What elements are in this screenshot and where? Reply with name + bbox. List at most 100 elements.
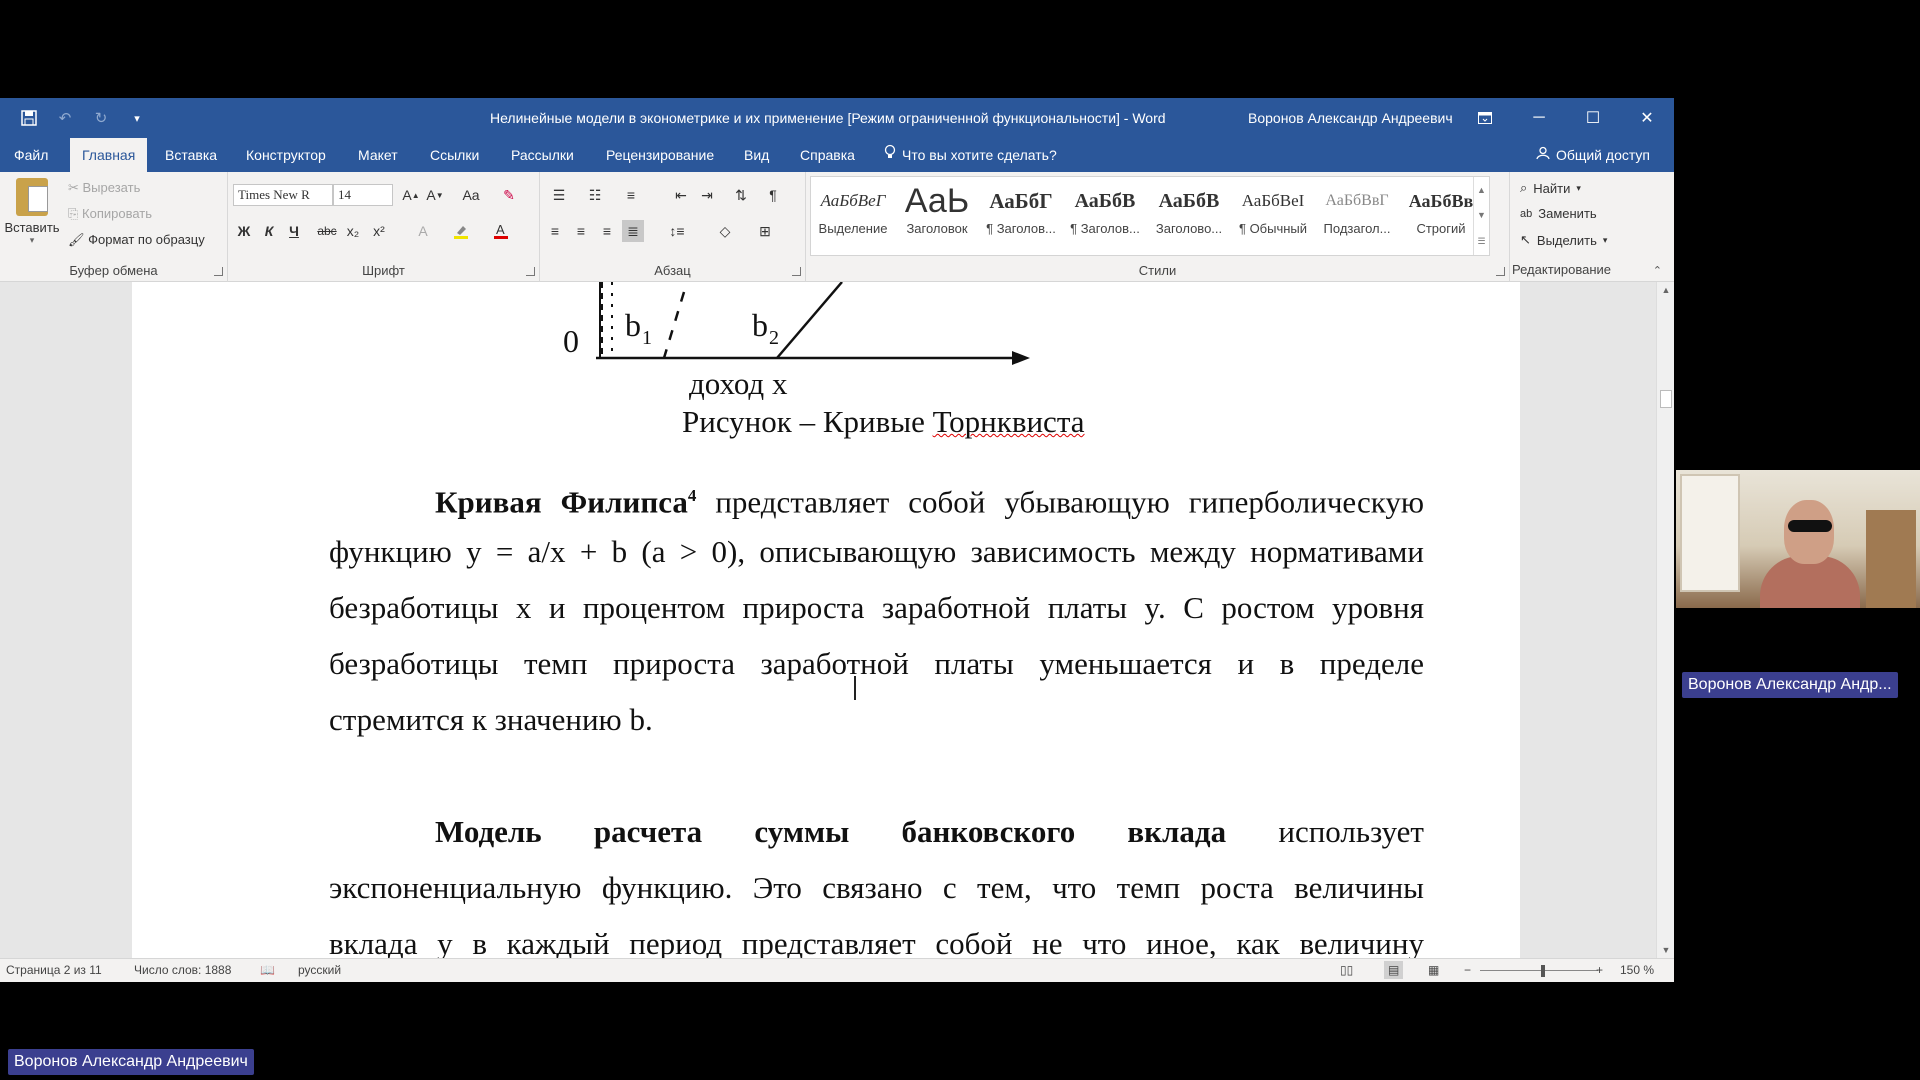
vertical-scrollbar[interactable]: ▲ ▼ [1656,282,1674,958]
tell-me-label: Что вы хотите сделать? [902,147,1057,163]
styles-launcher-icon[interactable] [1496,267,1505,276]
paragraph-launcher-icon[interactable] [792,267,801,276]
close-icon[interactable]: ✕ [1620,98,1674,138]
customize-qat-icon[interactable]: ▾ [126,108,148,128]
tab-home[interactable]: Главная [70,138,148,172]
shading-icon[interactable]: ◇ [710,220,740,242]
tab-view[interactable]: Вид [732,138,781,172]
format-painter-button[interactable]: 🖌 Формат по образцу [68,232,205,248]
copy-button[interactable]: ⎘ Копировать [68,206,152,222]
scroll-thumb[interactable] [1660,390,1672,408]
shrink-font-icon[interactable]: A ▼ [424,184,446,206]
web-layout-icon[interactable]: ▦ [1428,963,1439,977]
redo-icon[interactable]: ↻ [90,108,112,128]
decrease-indent-icon[interactable]: ⇤ [670,184,692,206]
tab-file[interactable]: Файл [2,138,60,172]
tab-help[interactable]: Справка [788,138,867,172]
style-emphasis[interactable]: АаБбВеГ Выделение [811,177,895,255]
ribbon-display-options-icon[interactable] [1458,98,1512,138]
document-page[interactable]: 0 b 1 b 2 доход x Рисунок – Кривые Торнк… [132,282,1520,958]
paste-button[interactable]: Вставить ▾ [4,178,60,246]
zoom-in-icon[interactable]: + [1596,963,1603,977]
font-name-field[interactable]: Times New R [233,184,333,206]
zoom-slider[interactable] [1480,970,1598,971]
word-count[interactable]: Число слов: 1888 [134,963,231,977]
borders-icon[interactable]: ⊞ [750,220,780,242]
font-color-icon[interactable]: A [490,220,512,242]
cut-button[interactable]: ✂ Вырезать [68,180,140,196]
style-heading-3[interactable]: АаБбВ Заголово... [1147,177,1231,255]
font-size-field[interactable]: 14 [333,184,393,206]
text-effects-icon[interactable]: A [412,220,434,242]
caption-misspelled-word[interactable]: Торнквиста [933,404,1085,439]
group-clipboard: Вставить ▾ ✂ Вырезать ⎘ Копировать 🖌 Фор… [0,172,228,282]
select-button[interactable]: ↖ Выделить ▾ [1520,232,1607,248]
find-button[interactable]: ⌕ Найти ▾ [1520,180,1581,196]
tab-insert[interactable]: Вставка [153,138,229,172]
tab-mailings[interactable]: Рассылки [499,138,586,172]
language-indicator[interactable]: русский [298,963,341,977]
undo-icon[interactable]: ↶ [54,108,76,128]
tab-review[interactable]: Рецензирование [594,138,726,172]
grow-font-icon[interactable]: A ▲ [400,184,422,206]
scroll-down-icon[interactable]: ▼ [1657,945,1674,955]
style-preview: АаБбВ [1074,190,1136,212]
save-icon[interactable] [18,108,40,128]
show-formatting-marks-icon[interactable]: ¶ [762,184,784,206]
style-normal[interactable]: АаБбВеI ¶ Обычный [1231,177,1315,255]
clipboard-launcher-icon[interactable] [214,267,223,276]
tell-me-search[interactable]: Что вы хотите сделать? [884,138,1057,172]
zoom-slider-thumb[interactable] [1541,965,1545,977]
increase-indent-icon[interactable]: ⇥ [696,184,718,206]
share-button[interactable]: Общий доступ [1536,138,1650,172]
zoom-out-icon[interactable]: − [1464,963,1471,977]
tab-layout[interactable]: Макет [346,138,410,172]
more-icon[interactable]: ☰ [1477,236,1485,247]
page-indicator[interactable]: Страница 2 из 11 [6,963,102,977]
styles-group-label: Стили [1138,263,1177,278]
style-subtitle[interactable]: АаБбВвГ Подзагол... [1315,177,1399,255]
italic-button[interactable]: К [258,220,280,242]
change-case-button[interactable]: Aa [456,184,486,206]
subscript-button[interactable]: x₂ [342,220,364,242]
clear-formatting-icon[interactable]: ✎ [498,184,520,206]
justify-icon[interactable]: ≣ [622,220,644,242]
tab-references[interactable]: Ссылки [418,138,491,172]
term-bank-deposit-model: Модель расчета суммы банковского вклада [435,814,1227,849]
strikethrough-button[interactable]: abc [316,220,338,242]
underline-button[interactable]: Ч [283,220,305,242]
tab-design[interactable]: Конструктор [234,138,338,172]
style-heading-2[interactable]: АаБбВ ¶ Заголов... [1063,177,1147,255]
chevron-up-icon[interactable]: ▲ [1477,185,1486,195]
highlight-color-icon[interactable] [450,220,472,242]
proofing-icon[interactable]: 📖 [260,963,275,977]
replace-button[interactable]: ab Заменить [1520,206,1597,221]
line-spacing-icon[interactable]: ↕≡ [662,220,692,242]
superscript-button[interactable]: x² [368,220,390,242]
minimize-icon[interactable]: ─ [1512,98,1566,138]
style-heading-1[interactable]: АаБбГ ¶ Заголов... [979,177,1063,255]
align-right-icon[interactable]: ≡ [596,220,618,242]
align-center-icon[interactable]: ≡ [570,220,592,242]
maximize-icon[interactable]: ☐ [1566,98,1620,138]
style-strong[interactable]: АаБбВв Строгий [1399,177,1483,255]
bold-button[interactable]: Ж [233,220,255,242]
multilevel-list-icon[interactable]: ≡ [616,184,646,206]
zoom-level[interactable]: 150 % [1620,963,1654,977]
styles-gallery-scroll[interactable]: ▲ ▼ ☰ [1473,177,1489,255]
collapse-ribbon-icon[interactable]: ⌃ [1653,264,1662,277]
paragraph-line: Модель расчета суммы банковского вклада … [329,804,1424,860]
print-layout-icon[interactable]: ▤ [1384,961,1404,979]
scroll-up-icon[interactable]: ▲ [1657,285,1674,295]
align-left-icon[interactable]: ≡ [544,220,566,242]
bullets-icon[interactable]: ☰ [544,184,574,206]
account-name[interactable]: Воронов Александр Андреевич [1248,110,1453,126]
numbering-icon[interactable]: ☷ [580,184,610,206]
text-cursor-icon [854,676,856,700]
sort-icon[interactable]: ⇅ [730,184,752,206]
style-title[interactable]: АаЬ Заголовок [895,177,979,255]
chevron-down-icon[interactable]: ▼ [1477,210,1486,220]
read-mode-icon[interactable]: ▯▯ [1340,963,1353,977]
participant-face [1784,500,1834,564]
font-launcher-icon[interactable] [526,267,535,276]
